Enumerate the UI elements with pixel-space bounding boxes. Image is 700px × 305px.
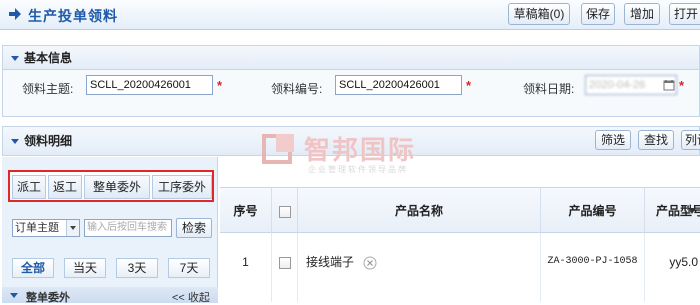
date-filter-3days[interactable]: 3天 <box>116 258 158 278</box>
detail-title: 领料明细 <box>24 134 73 148</box>
filter-button[interactable]: 筛选 <box>595 130 631 150</box>
tab-group: 派工 返工 整单委外 工序委外 <box>8 170 214 202</box>
basic-info-title: 基本信息 <box>24 51 73 65</box>
code-input[interactable] <box>335 75 462 95</box>
detail-panel: 领料明细 筛选 查找 列设 <box>2 126 700 156</box>
find-button[interactable]: 查找 <box>638 130 674 150</box>
collapse-triangle-icon <box>11 139 19 144</box>
table-row[interactable]: 1 接线端子 ZA-3000-PJ-1058 yy5.0 <box>220 234 700 302</box>
required-marker: * <box>466 78 472 93</box>
table-header-row: 序号 产品名称 产品编号 产品型号 <box>220 187 700 234</box>
tab-process-outsource[interactable]: 工序委外 <box>152 175 212 199</box>
column-header-select[interactable] <box>272 188 298 234</box>
add-button[interactable]: 增加 <box>624 3 660 25</box>
column-header-product-name: 产品名称 <box>298 188 541 234</box>
search-button[interactable]: 检索 <box>176 218 212 238</box>
select-all-checkbox[interactable] <box>278 205 291 218</box>
group-header[interactable]: 整单委外 << 收起 <box>2 287 218 305</box>
date-filter-7days[interactable]: 7天 <box>168 258 210 278</box>
row-index: 1 <box>220 234 272 302</box>
search-field-select[interactable]: 订单主题 <box>12 219 80 237</box>
required-marker: * <box>217 78 223 93</box>
sort-arrow-icon[interactable] <box>688 207 696 215</box>
chevron-down-icon <box>66 220 79 236</box>
arrow-right-icon <box>9 8 21 20</box>
drafts-button[interactable]: 草稿箱(0) <box>508 3 570 25</box>
subject-label: 领料主题: <box>22 82 74 96</box>
page-title: 生产投单领料 <box>28 8 118 24</box>
date-filter-all[interactable]: 全部 <box>12 258 54 278</box>
code-label: 领料编号: <box>271 82 323 96</box>
select-value: 订单主题 <box>15 222 59 234</box>
left-filter-pane: 派工 返工 整单委外 工序委外 订单主题 输入后按回车搜索 检索 全部 当天 3… <box>2 157 218 305</box>
detail-header[interactable]: 领料明细 筛选 查找 列设 <box>3 127 700 156</box>
product-name-text: 接线端子 <box>306 255 355 269</box>
brand-tagline: 企业管理软件领导品牌 <box>308 165 408 174</box>
top-header-bar: 生产投单领料 草稿箱(0) 保存 增加 打开 <box>0 0 700 30</box>
required-marker: * <box>679 78 685 93</box>
save-button[interactable]: 保存 <box>581 3 615 25</box>
product-table: 序号 产品名称 产品编号 产品型号 1 接线端子 ZA-3000-PJ-1058… <box>220 187 700 302</box>
collapse-toggle[interactable]: << 收起 <box>172 289 210 305</box>
column-header-product-code: 产品编号 <box>541 188 645 234</box>
row-model: yy5.0 <box>669 255 698 269</box>
collapse-triangle-icon <box>11 56 19 61</box>
calendar-icon[interactable] <box>663 79 675 91</box>
row-product-code: ZA-3000-PJ-1058 <box>541 234 645 302</box>
open-button[interactable]: 打开 <box>669 3 700 25</box>
tab-rework[interactable]: 返工 <box>48 175 82 199</box>
row-checkbox[interactable] <box>278 256 291 269</box>
row-product-name: 接线端子 <box>298 234 541 302</box>
basic-info-panel: 基本信息 领料主题: * 领料编号: * 领料日期: 2020-04-26 * <box>2 45 700 117</box>
tab-dispatch[interactable]: 派工 <box>12 175 46 199</box>
tab-order-outsource[interactable]: 整单委外 <box>84 175 150 199</box>
collapse-triangle-icon <box>10 293 18 298</box>
row-select[interactable] <box>272 234 298 302</box>
search-input[interactable]: 输入后按回车搜索 <box>84 219 172 237</box>
remove-icon[interactable] <box>363 256 377 270</box>
columns-button[interactable]: 列设 <box>681 130 700 150</box>
column-header-index: 序号 <box>220 188 272 234</box>
group-label: 整单委外 <box>26 292 70 304</box>
date-label: 领料日期: <box>523 82 575 96</box>
subject-input[interactable] <box>86 75 213 95</box>
basic-info-header[interactable]: 基本信息 <box>3 46 699 70</box>
date-filter-today[interactable]: 当天 <box>64 258 106 278</box>
